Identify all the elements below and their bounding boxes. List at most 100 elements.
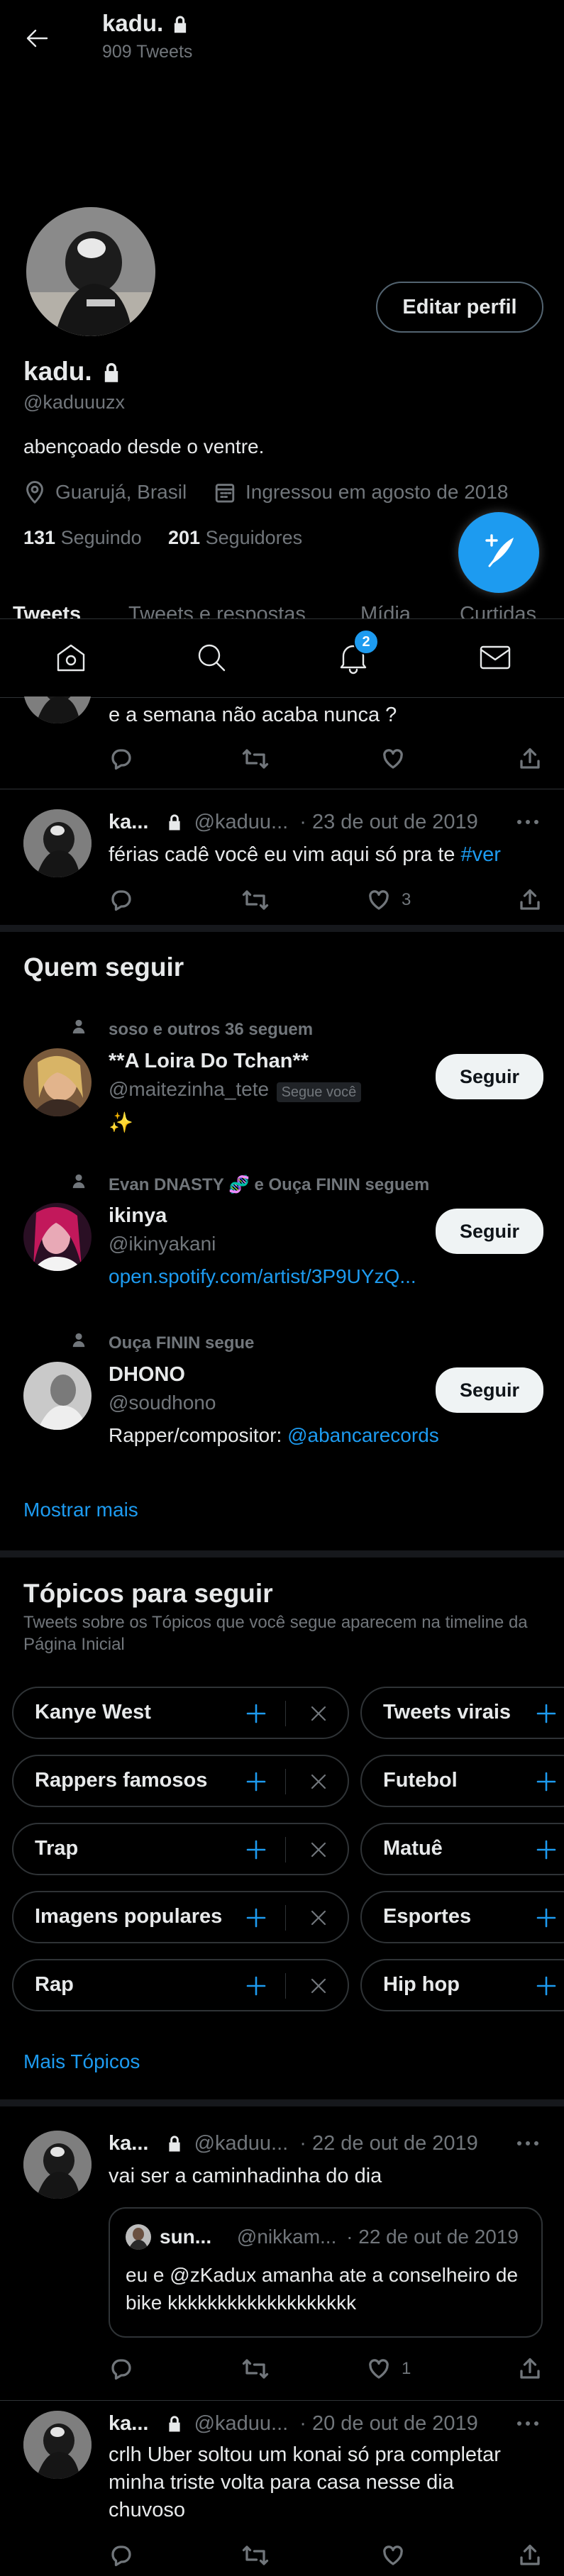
share-button[interactable] [517,887,543,913]
tweet-avatar[interactable] [23,809,92,877]
follow-topic-button[interactable] [535,1702,558,1725]
tweet[interactable]: e a semana não acaba nunca ? [0,696,564,799]
topics-subtitle: Tweets sobre os Tópicos que você segue a… [23,1613,528,1654]
topic-chip[interactable]: Imagens populares [12,1891,349,1943]
tweet[interactable]: ka... @kaduu... · 22 de out de 2019 vai … [0,2106,564,2401]
more-topics-link[interactable]: Mais Tópicos [23,2050,140,2073]
dismiss-topic-button[interactable] [309,1840,328,1860]
nav-notifications[interactable]: 2 [336,629,379,674]
retweet-icon [242,749,269,769]
tweet-author-handle[interactable]: @kaduu... [194,2132,289,2155]
follow-suggestion[interactable]: Ouça FININ segue DHONO @soudhono Rapper/… [0,1321,564,1462]
nav-search[interactable] [194,640,228,674]
suggestion-name[interactable]: **A Loira Do Tchan** [109,1050,309,1073]
tweet-author-name[interactable]: ka... [109,2412,148,2435]
dismiss-topic-button[interactable] [309,1704,328,1723]
more-options-button[interactable] [515,2136,541,2150]
share-icon [520,2358,540,2379]
suggestion-name[interactable]: DHONO [109,1363,185,1387]
retweet-button[interactable] [241,746,270,772]
more-options-button[interactable] [515,815,541,829]
profile-avatar[interactable] [23,204,158,339]
back-button[interactable] [23,24,51,52]
reply-button[interactable] [109,746,134,772]
more-options-button[interactable] [515,2416,541,2431]
tweet[interactable]: ka... @kaduu... · 23 de out de 2019 féri… [0,789,564,924]
dismiss-topic-button[interactable] [309,1908,328,1928]
topic-chip[interactable]: Kanye West [12,1687,349,1739]
topic-label: Futebol [383,1769,458,1792]
suggestion-handle[interactable]: @ikinyakani [109,1233,216,1255]
follow-topic-button[interactable] [245,1702,267,1725]
dismiss-topic-button[interactable] [309,1976,328,1996]
show-more-link[interactable]: Mostrar mais [23,1499,138,1521]
following-link[interactable]: 131 Seguindo [23,527,142,549]
topic-chip[interactable]: Trap [12,1823,349,1875]
follow-suggestion[interactable]: Evan DNASTY 🧬 e Ouça FININ seguem ikinya… [0,1162,564,1304]
retweet-button[interactable] [241,2356,270,2382]
follow-topic-button[interactable] [535,1906,558,1929]
suggestion-handle[interactable]: @maitezinha_tete [109,1078,269,1100]
dismiss-topic-button[interactable] [309,1772,328,1792]
topic-chip[interactable]: Esportes [360,1891,564,1943]
compose-tweet-button[interactable] [458,512,539,593]
tweet-date[interactable]: · 22 de out de 2019 [299,2132,478,2155]
tweet-author-handle[interactable]: @kaduu... [194,811,289,833]
follow-topic-button[interactable] [245,1975,267,1997]
follow-topic-button[interactable] [245,1838,267,1861]
plus-icon [536,1908,556,1928]
tweet-avatar[interactable] [23,2411,92,2479]
retweet-button[interactable] [241,887,270,913]
reply-button[interactable] [109,887,134,913]
share-button[interactable] [517,2356,543,2382]
tweet-author-name[interactable]: ka... [109,2132,148,2155]
tweet-avatar[interactable] [23,2131,92,2199]
share-button[interactable] [517,746,543,772]
more-horizontal-icon [517,2421,538,2426]
suggestion-avatar[interactable] [23,1203,92,1271]
tweet[interactable]: ka... @kaduu... · 20 de out de 2019 crlh… [0,2401,564,2576]
follow-button[interactable]: Seguir [436,1054,543,1099]
edit-profile-button[interactable]: Editar perfil [376,282,543,333]
topic-chip[interactable]: Rap [12,1959,349,2011]
nav-messages[interactable] [478,640,512,674]
follow-topic-button[interactable] [245,1770,267,1793]
follow-topic-button[interactable] [245,1906,267,1929]
reply-button[interactable] [109,2543,134,2568]
suggestion-name[interactable]: ikinya [109,1204,167,1228]
followers-link[interactable]: 201 Seguidores [168,527,302,549]
topic-chip[interactable]: Futebol [360,1755,564,1807]
suggestion-bio-mention[interactable]: @abancarecords [287,1424,439,1446]
follow-topic-button[interactable] [535,1975,558,1997]
like-button[interactable] [380,746,406,772]
topic-chip[interactable]: Tweets virais [360,1687,564,1739]
like-button[interactable]: 3 [366,887,411,913]
tweet-date[interactable]: · 20 de out de 2019 [299,2412,478,2435]
follow-suggestion[interactable]: soso e outros 36 seguem **A Loira Do Tch… [0,1007,564,1156]
suggestion-bio-link[interactable]: open.spotify.com/artist/3P9UYzQ... [109,1265,416,1288]
following-count: 131 [23,527,56,548]
tweet-date[interactable]: · 23 de out de 2019 [299,811,478,833]
suggestion-handle[interactable]: @soudhono [109,1392,216,1414]
quoted-tweet[interactable]: sun... @nikkam... · 22 de out de 2019 eu… [109,2207,543,2338]
like-button[interactable]: 1 [366,2356,411,2382]
follow-topic-button[interactable] [535,1838,558,1861]
share-button[interactable] [517,2543,543,2568]
follow-button[interactable]: Seguir [436,1209,543,1254]
suggestion-avatar[interactable] [23,1362,92,1430]
follow-button[interactable]: Seguir [436,1367,543,1413]
like-button[interactable] [380,2543,406,2568]
tweet-author-handle[interactable]: @kaduu... [194,2412,289,2435]
topic-chip[interactable]: Rappers famosos [12,1755,349,1807]
follow-topic-button[interactable] [535,1770,558,1793]
topic-chip[interactable]: Matuê [360,1823,564,1875]
tweet-author-name[interactable]: ka... [109,811,148,833]
topic-chip[interactable]: Hip hop [360,1959,564,2011]
retweet-button[interactable] [241,2543,270,2568]
chip-divider [285,1973,286,1999]
suggestion-avatar[interactable] [23,1048,92,1116]
nav-home[interactable] [54,640,88,674]
tweet-hashtag[interactable]: #ver [460,843,500,866]
tweet-avatar[interactable] [23,696,92,723]
reply-button[interactable] [109,2356,134,2382]
